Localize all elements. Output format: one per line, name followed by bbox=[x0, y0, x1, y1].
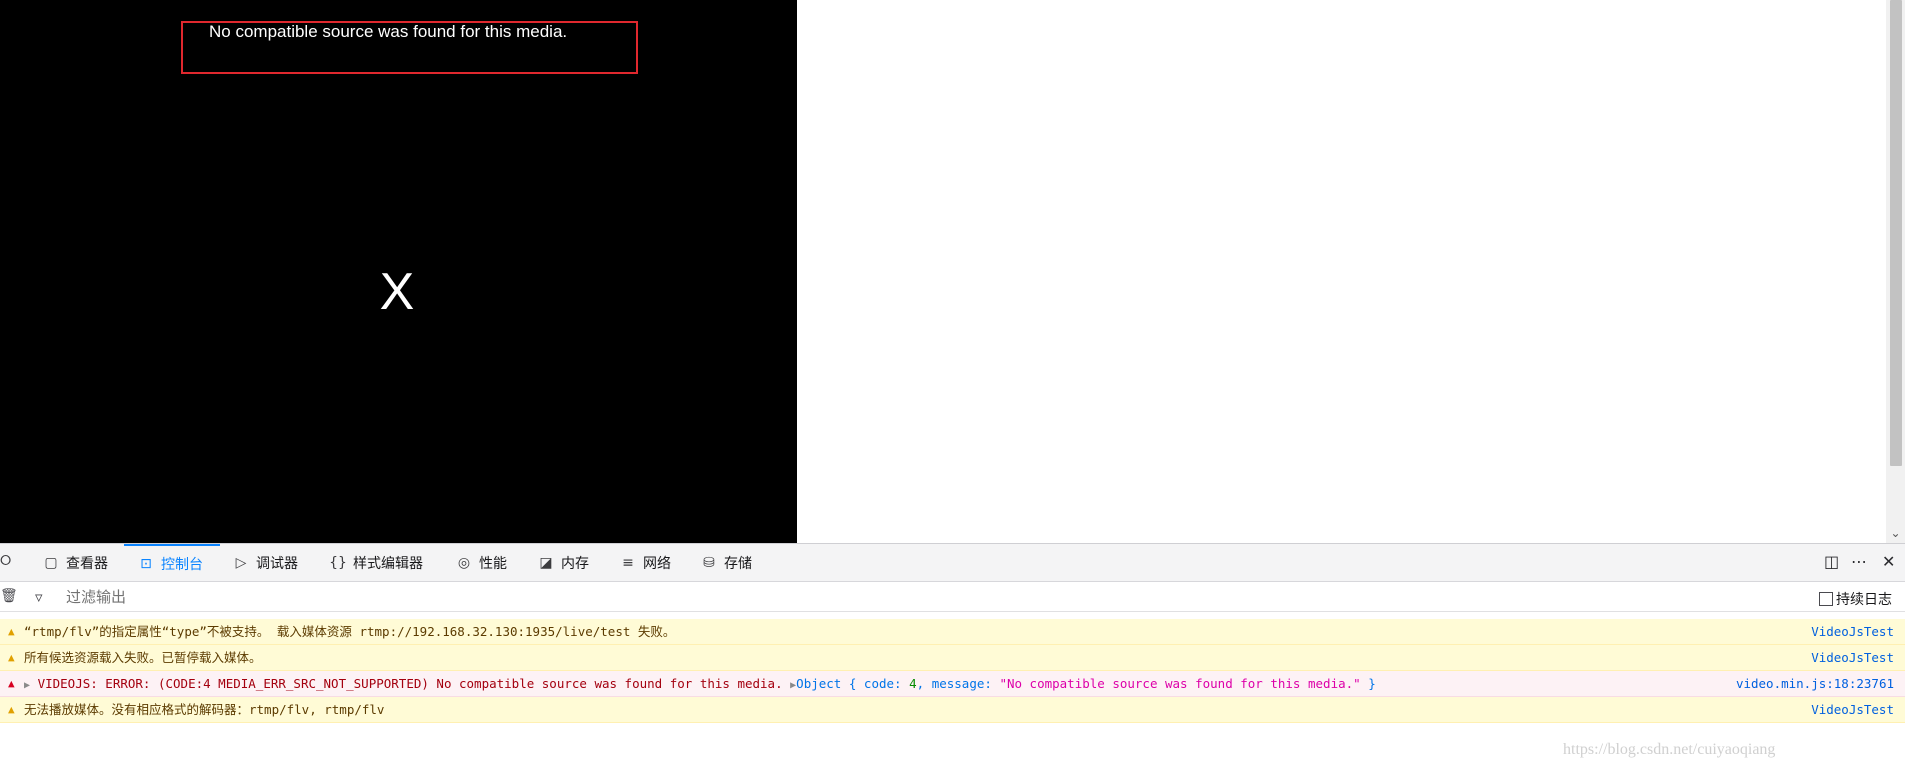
log-source-link[interactable]: VideoJsTest bbox=[1811, 619, 1894, 645]
console-icon: ⊡ bbox=[140, 555, 152, 572]
filter-icon: ▿ bbox=[35, 588, 43, 606]
log-text: 所有候选资源载入失败。已暂停载入媒体。 bbox=[24, 650, 262, 665]
console-message-warning: ▲ “rtmp/flv”的指定属性“type”不被支持。 载入媒体资源 rtmp… bbox=[0, 619, 1905, 645]
console-message-warning: ▲ 所有候选资源载入失败。已暂停载入媒体。 VideoJsTest bbox=[0, 645, 1905, 671]
tab-label: 性能 bbox=[479, 555, 507, 572]
page-viewport: No compatible source was found for this … bbox=[0, 0, 1905, 543]
tab-label: 控制台 bbox=[161, 556, 203, 573]
warning-icon: ▲ bbox=[8, 625, 15, 638]
inspector-icon: ▢ bbox=[44, 554, 58, 571]
network-icon: ≡ bbox=[622, 554, 634, 571]
devtools-panel: ⭘ ▢ 查看器 ⊡ 控制台 ▷ 调试器 {} 样式编辑器 ◎ 性能 ◪ 内存 ≡… bbox=[0, 543, 1905, 774]
object-code-value: 4 bbox=[909, 676, 917, 691]
tab-label: 存储 bbox=[724, 555, 752, 572]
object-message-value: "No compatible source was found for this… bbox=[999, 676, 1361, 691]
element-picker-icon[interactable]: ⭘ bbox=[0, 553, 16, 571]
scrollbar-thumb[interactable] bbox=[1890, 0, 1902, 466]
debugger-icon: ▷ bbox=[235, 554, 247, 571]
performance-icon: ◎ bbox=[457, 554, 471, 571]
tab-storage[interactable]: ⛁ 存储 bbox=[700, 544, 752, 581]
page-scrollbar[interactable]: ⌄ bbox=[1886, 0, 1905, 543]
video-player[interactable]: No compatible source was found for this … bbox=[0, 0, 797, 543]
object-code-key: code: bbox=[863, 676, 902, 691]
devtools-toolbar: ⭘ ▢ 查看器 ⊡ 控制台 ▷ 调试器 {} 样式编辑器 ◎ 性能 ◪ 内存 ≡… bbox=[0, 544, 1905, 582]
console-message-warning: ▲ 无法播放媒体。没有相应格式的解码器：rtmp/flv, rtmp/flv V… bbox=[0, 697, 1905, 723]
tab-inspector[interactable]: ▢ 查看器 bbox=[42, 544, 108, 581]
expand-twisty-icon[interactable]: ▶ bbox=[24, 680, 30, 691]
memory-icon: ◪ bbox=[539, 554, 553, 571]
filter-output-input[interactable] bbox=[64, 585, 668, 609]
tab-network[interactable]: ≡ 网络 bbox=[619, 544, 671, 581]
persist-logs-checkbox[interactable] bbox=[1819, 592, 1833, 606]
tab-style-editor[interactable]: {} 样式编辑器 bbox=[329, 544, 423, 581]
log-source-link[interactable]: VideoJsTest bbox=[1811, 645, 1894, 671]
object-message-key: message: bbox=[931, 676, 992, 691]
tab-performance[interactable]: ◎ 性能 bbox=[455, 544, 507, 581]
storage-icon: ⛁ bbox=[703, 554, 715, 571]
tab-label: 网络 bbox=[643, 555, 671, 572]
more-options-icon[interactable]: ⋯ bbox=[1851, 553, 1867, 571]
log-source-link[interactable]: VideoJsTest bbox=[1811, 697, 1894, 723]
tab-label: 调试器 bbox=[256, 555, 298, 572]
tab-memory[interactable]: ◪ 内存 bbox=[537, 544, 589, 581]
tab-console[interactable]: ⊡ 控制台 bbox=[124, 544, 220, 581]
error-message-text: VIDEOJS: ERROR: (CODE:4 MEDIA_ERR_SRC_NO… bbox=[37, 676, 783, 691]
log-text: 无法播放媒体。没有相应格式的解码器：rtmp/flv, rtmp/flv bbox=[24, 702, 385, 717]
persist-logs-toggle[interactable]: 持续日志 bbox=[1819, 589, 1892, 609]
warning-icon: ▲ bbox=[8, 703, 15, 716]
browser-window: No compatible source was found for this … bbox=[0, 0, 1905, 774]
tab-label: 内存 bbox=[561, 555, 589, 572]
clear-console-icon[interactable]: 🗑 bbox=[0, 588, 18, 604]
tab-label: 查看器 bbox=[66, 555, 108, 572]
close-devtools-icon[interactable]: ✕ bbox=[1882, 553, 1895, 571]
persist-logs-label: 持续日志 bbox=[1836, 592, 1892, 608]
error-highlight-box bbox=[181, 21, 638, 74]
error-icon: ▲ bbox=[8, 677, 15, 690]
warning-icon: ▲ bbox=[8, 651, 15, 664]
log-text: ▶ VIDEOJS: ERROR: (CODE:4 MEDIA_ERR_SRC_… bbox=[24, 676, 1376, 691]
watermark: https://blog.csdn.net/cuiyaoqiang bbox=[1563, 741, 1776, 758]
tab-label: 样式编辑器 bbox=[353, 555, 423, 572]
style-editor-icon: {} bbox=[329, 554, 347, 571]
object-label[interactable]: Object bbox=[796, 676, 841, 691]
console-message-error: ▲ ▶ VIDEOJS: ERROR: (CODE:4 MEDIA_ERR_SR… bbox=[0, 671, 1905, 697]
console-filter-bar: 🗑 ▿ 持续日志 bbox=[0, 582, 1905, 612]
error-close-icon[interactable]: X bbox=[372, 262, 422, 322]
dock-side-icon[interactable]: ◫ bbox=[1824, 553, 1839, 571]
log-text: “rtmp/flv”的指定属性“type”不被支持。 载入媒体资源 rtmp:/… bbox=[24, 624, 676, 639]
scroll-down-icon[interactable]: ⌄ bbox=[1886, 524, 1905, 543]
tab-debugger[interactable]: ▷ 调试器 bbox=[232, 544, 298, 581]
log-source-link[interactable]: video.min.js:18:23761 bbox=[1736, 671, 1894, 697]
